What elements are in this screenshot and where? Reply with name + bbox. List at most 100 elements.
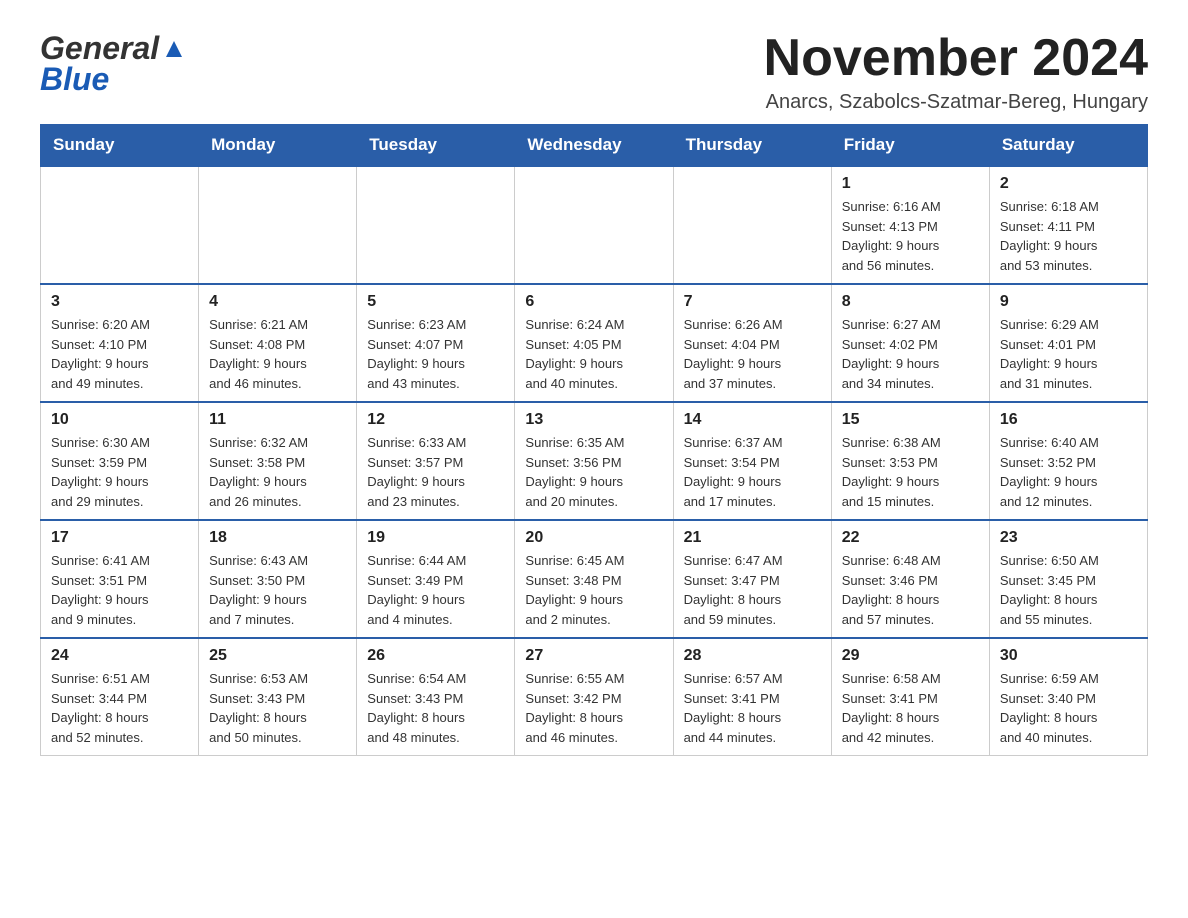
day-number: 20 bbox=[525, 529, 662, 547]
day-number: 12 bbox=[367, 411, 504, 429]
table-row: 29 Sunrise: 6:58 AMSunset: 3:41 PMDayligh… bbox=[831, 638, 989, 756]
day-number: 29 bbox=[842, 647, 979, 665]
calendar-week-row: 24 Sunrise: 6:51 AMSunset: 3:44 PMDayligh… bbox=[41, 638, 1148, 756]
table-row: 26 Sunrise: 6:54 AMSunset: 3:43 PMDayligh… bbox=[357, 638, 515, 756]
table-row: 27 Sunrise: 6:55 AMSunset: 3:42 PMDayligh… bbox=[515, 638, 673, 756]
day-number: 16 bbox=[1000, 411, 1137, 429]
day-number: 14 bbox=[684, 411, 821, 429]
table-row bbox=[41, 166, 199, 284]
table-row: 5 Sunrise: 6:23 AMSunset: 4:07 PMDaylight… bbox=[357, 284, 515, 402]
table-row: 22Sunrise: 6:48 AMSunset: 3:46 PMDayligh… bbox=[831, 520, 989, 638]
day-info: Sunrise: 6:38 AMSunset: 3:53 PMDaylight:… bbox=[842, 433, 979, 511]
logo-icon bbox=[160, 35, 188, 63]
day-number: 6 bbox=[525, 293, 662, 311]
table-row: 14Sunrise: 6:37 AMSunset: 3:54 PMDayligh… bbox=[673, 402, 831, 520]
table-row: 9 Sunrise: 6:29 AMSunset: 4:01 PMDaylight… bbox=[989, 284, 1147, 402]
header-saturday: Saturday bbox=[989, 125, 1147, 167]
day-number: 21 bbox=[684, 529, 821, 547]
calendar-week-row: 3 Sunrise: 6:20 AMSunset: 4:10 PMDaylight… bbox=[41, 284, 1148, 402]
day-info: Sunrise: 6:41 AMSunset: 3:51 PMDaylight:… bbox=[51, 551, 188, 629]
day-number: 10 bbox=[51, 411, 188, 429]
calendar-week-row: 1 Sunrise: 6:16 AMSunset: 4:13 PMDaylight… bbox=[41, 166, 1148, 284]
header-tuesday: Tuesday bbox=[357, 125, 515, 167]
day-number: 9 bbox=[1000, 293, 1137, 311]
calendar-week-row: 17 Sunrise: 6:41 AMSunset: 3:51 PMDayligh… bbox=[41, 520, 1148, 638]
day-info: Sunrise: 6:33 AMSunset: 3:57 PMDaylight:… bbox=[367, 433, 504, 511]
table-row: 6 Sunrise: 6:24 AMSunset: 4:05 PMDaylight… bbox=[515, 284, 673, 402]
day-number: 27 bbox=[525, 647, 662, 665]
table-row: 21Sunrise: 6:47 AMSunset: 3:47 PMDayligh… bbox=[673, 520, 831, 638]
day-number: 23 bbox=[1000, 529, 1137, 547]
table-row: 10 Sunrise: 6:30 AMSunset: 3:59 PMDayligh… bbox=[41, 402, 199, 520]
calendar-week-row: 10 Sunrise: 6:30 AMSunset: 3:59 PMDayligh… bbox=[41, 402, 1148, 520]
month-title: November 2024 bbox=[764, 30, 1148, 87]
title-area: November 2024 Anarcs, Szabolcs-Szatmar-B… bbox=[764, 30, 1148, 114]
table-row bbox=[673, 166, 831, 284]
day-info: Sunrise: 6:23 AMSunset: 4:07 PMDaylight:… bbox=[367, 315, 504, 393]
table-row: 23 Sunrise: 6:50 AMSunset: 3:45 PMDayligh… bbox=[989, 520, 1147, 638]
table-row: 1 Sunrise: 6:16 AMSunset: 4:13 PMDaylight… bbox=[831, 166, 989, 284]
day-info: Sunrise: 6:20 AMSunset: 4:10 PMDaylight:… bbox=[51, 315, 188, 393]
day-number: 25 bbox=[209, 647, 346, 665]
table-row: 4Sunrise: 6:21 AMSunset: 4:08 PMDaylight… bbox=[199, 284, 357, 402]
header-sunday: Sunday bbox=[41, 125, 199, 167]
table-row: 28Sunrise: 6:57 AMSunset: 3:41 PMDayligh… bbox=[673, 638, 831, 756]
day-info: Sunrise: 6:53 AMSunset: 3:43 PMDaylight:… bbox=[209, 669, 346, 747]
table-row: 24 Sunrise: 6:51 AMSunset: 3:44 PMDayligh… bbox=[41, 638, 199, 756]
calendar-table: Sunday Monday Tuesday Wednesday Thursday… bbox=[40, 124, 1148, 756]
table-row: 7Sunrise: 6:26 AMSunset: 4:04 PMDaylight… bbox=[673, 284, 831, 402]
page-header: General Blue November 2024 Anarcs, Szabo… bbox=[40, 30, 1148, 114]
table-row: 30Sunrise: 6:59 AMSunset: 3:40 PMDayligh… bbox=[989, 638, 1147, 756]
day-number: 22 bbox=[842, 529, 979, 547]
table-row: 15 Sunrise: 6:38 AMSunset: 3:53 PMDayligh… bbox=[831, 402, 989, 520]
table-row bbox=[515, 166, 673, 284]
table-row: 2 Sunrise: 6:18 AMSunset: 4:11 PMDaylight… bbox=[989, 166, 1147, 284]
day-info: Sunrise: 6:50 AMSunset: 3:45 PMDaylight:… bbox=[1000, 551, 1137, 629]
day-number: 19 bbox=[367, 529, 504, 547]
day-number: 17 bbox=[51, 529, 188, 547]
location-subtitle: Anarcs, Szabolcs-Szatmar-Bereg, Hungary bbox=[764, 91, 1148, 114]
day-info: Sunrise: 6:16 AMSunset: 4:13 PMDaylight:… bbox=[842, 197, 979, 275]
table-row: 20 Sunrise: 6:45 AMSunset: 3:48 PMDayligh… bbox=[515, 520, 673, 638]
table-row: 16Sunrise: 6:40 AMSunset: 3:52 PMDayligh… bbox=[989, 402, 1147, 520]
day-info: Sunrise: 6:45 AMSunset: 3:48 PMDaylight:… bbox=[525, 551, 662, 629]
day-number: 26 bbox=[367, 647, 504, 665]
table-row: 19 Sunrise: 6:44 AMSunset: 3:49 PMDayligh… bbox=[357, 520, 515, 638]
day-number: 8 bbox=[842, 293, 979, 311]
table-row: 18 Sunrise: 6:43 AMSunset: 3:50 PMDayligh… bbox=[199, 520, 357, 638]
table-row: 12 Sunrise: 6:33 AMSunset: 3:57 PMDayligh… bbox=[357, 402, 515, 520]
table-row bbox=[199, 166, 357, 284]
day-number: 3 bbox=[51, 293, 188, 311]
day-info: Sunrise: 6:30 AMSunset: 3:59 PMDaylight:… bbox=[51, 433, 188, 511]
table-row: 25 Sunrise: 6:53 AMSunset: 3:43 PMDayligh… bbox=[199, 638, 357, 756]
day-info: Sunrise: 6:24 AMSunset: 4:05 PMDaylight:… bbox=[525, 315, 662, 393]
day-info: Sunrise: 6:43 AMSunset: 3:50 PMDaylight:… bbox=[209, 551, 346, 629]
table-row: 11Sunrise: 6:32 AMSunset: 3:58 PMDayligh… bbox=[199, 402, 357, 520]
header-thursday: Thursday bbox=[673, 125, 831, 167]
day-info: Sunrise: 6:51 AMSunset: 3:44 PMDaylight:… bbox=[51, 669, 188, 747]
day-info: Sunrise: 6:55 AMSunset: 3:42 PMDaylight:… bbox=[525, 669, 662, 747]
day-info: Sunrise: 6:58 AMSunset: 3:41 PMDaylight:… bbox=[842, 669, 979, 747]
day-info: Sunrise: 6:27 AMSunset: 4:02 PMDaylight:… bbox=[842, 315, 979, 393]
day-info: Sunrise: 6:44 AMSunset: 3:49 PMDaylight:… bbox=[367, 551, 504, 629]
day-info: Sunrise: 6:59 AMSunset: 3:40 PMDaylight:… bbox=[1000, 669, 1137, 747]
day-number: 15 bbox=[842, 411, 979, 429]
header-friday: Friday bbox=[831, 125, 989, 167]
day-number: 11 bbox=[209, 411, 346, 429]
table-row bbox=[357, 166, 515, 284]
day-number: 24 bbox=[51, 647, 188, 665]
day-number: 2 bbox=[1000, 175, 1137, 193]
logo-blue: Blue bbox=[40, 61, 109, 98]
day-info: Sunrise: 6:57 AMSunset: 3:41 PMDaylight:… bbox=[684, 669, 821, 747]
calendar-header-row: Sunday Monday Tuesday Wednesday Thursday… bbox=[41, 125, 1148, 167]
day-number: 1 bbox=[842, 175, 979, 193]
day-number: 5 bbox=[367, 293, 504, 311]
day-info: Sunrise: 6:54 AMSunset: 3:43 PMDaylight:… bbox=[367, 669, 504, 747]
table-row: 3 Sunrise: 6:20 AMSunset: 4:10 PMDaylight… bbox=[41, 284, 199, 402]
day-number: 18 bbox=[209, 529, 346, 547]
day-number: 13 bbox=[525, 411, 662, 429]
day-number: 7 bbox=[684, 293, 821, 311]
header-wednesday: Wednesday bbox=[515, 125, 673, 167]
day-info: Sunrise: 6:18 AMSunset: 4:11 PMDaylight:… bbox=[1000, 197, 1137, 275]
day-info: Sunrise: 6:29 AMSunset: 4:01 PMDaylight:… bbox=[1000, 315, 1137, 393]
